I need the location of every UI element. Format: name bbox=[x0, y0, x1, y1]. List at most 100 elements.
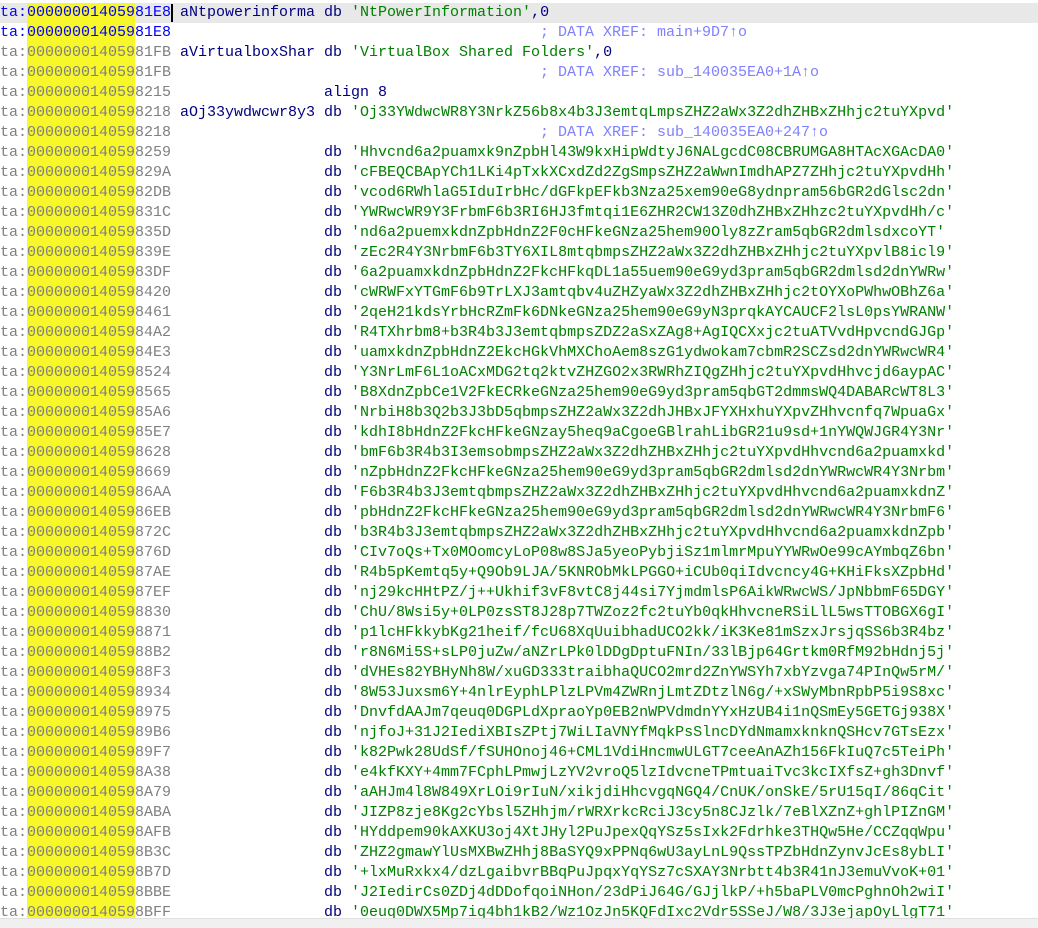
line-address[interactable]: ta:0000000140598215 bbox=[0, 83, 171, 103]
line-address[interactable]: ta:00000001405984A2 bbox=[0, 323, 171, 343]
listing-line[interactable]: ta:000000014059876D db 'CIv7oQs+Tx0MOomcy… bbox=[0, 543, 1038, 563]
listing-line[interactable]: ta:00000001405987EF db 'nj29kcHHtPZ/j++Uk… bbox=[0, 583, 1038, 603]
string-operand: '+lxMuRxkx4/dzLgaibvrBBqPuJpqxYqYSz7cSXA… bbox=[351, 864, 955, 881]
line-address[interactable]: ta:000000014059829A bbox=[0, 163, 171, 183]
listing-line[interactable]: ta:00000001405984A2 db 'R4TXhrbm8+b3R4b3J… bbox=[0, 323, 1038, 343]
line-address[interactable]: ta:00000001405988B2 bbox=[0, 643, 171, 663]
listing-line[interactable]: ta:0000000140598259 db 'Hhvcnd6a2puamxk9n… bbox=[0, 143, 1038, 163]
label-name[interactable]: aVirtualboxShar bbox=[180, 43, 315, 63]
listing-line[interactable]: ta:0000000140598524 db 'Y3NrLmF6L1oACxMDG… bbox=[0, 363, 1038, 383]
listing-line[interactable]: ta:0000000140598BBE db 'J2IedirCs0ZDj4dDD… bbox=[0, 883, 1038, 903]
listing-line[interactable]: ta:0000000140598218 aOj33ywdwcwr8y3 db 'Oj… bbox=[0, 103, 1038, 123]
label-name[interactable]: aNtpowerinforma bbox=[180, 3, 315, 23]
line-address[interactable]: ta:000000014059839E bbox=[0, 243, 171, 263]
listing-line[interactable]: ta:000000014059839E db 'zEc2R4Y3NrbmF6b3T… bbox=[0, 243, 1038, 263]
listing-line[interactable]: ta:0000000140598B7D db '+lxMuRxkx4/dzLgai… bbox=[0, 863, 1038, 883]
listing-line[interactable]: ta:000000014059831C db 'YWRwcWR9Y3FrbmF6b… bbox=[0, 203, 1038, 223]
listing-line[interactable]: ta:0000000140598669 db 'nZpbHdnZ2FkcHFkeG… bbox=[0, 463, 1038, 483]
line-address[interactable]: ta:000000014059831C bbox=[0, 203, 171, 223]
label-name[interactable]: aOj33ywdwcwr8y3 bbox=[180, 103, 315, 123]
line-address[interactable]: ta:000000014059876D bbox=[0, 543, 171, 563]
listing-line[interactable]: ta:00000001405986EB db 'pbHdnZ2FkcHFkeGNz… bbox=[0, 503, 1038, 523]
listing-line[interactable]: ta:0000000140598975 db 'DnvfdAAJm7qeuq0DG… bbox=[0, 703, 1038, 723]
listing-line[interactable]: ta:00000001405984E3 db 'uamxkdnZpbHdnZ2Ek… bbox=[0, 343, 1038, 363]
line-address[interactable]: ta:0000000140598461 bbox=[0, 303, 171, 323]
listing-line[interactable]: ta:000000014059835D db 'nd6a2puemxkdnZpbH… bbox=[0, 223, 1038, 243]
listing-line[interactable]: ta:0000000140598B3C db 'ZHZ2gmawYlUsMXBwZ… bbox=[0, 843, 1038, 863]
xref-comment[interactable]: ; DATA XREF: main+9D7↑o bbox=[540, 23, 747, 43]
line-address[interactable]: ta:00000001405986EB bbox=[0, 503, 171, 523]
line-address[interactable]: ta:00000001405982DB bbox=[0, 183, 171, 203]
line-address[interactable]: ta:0000000140598628 bbox=[0, 443, 171, 463]
line-address[interactable]: ta:00000001405987EF bbox=[0, 583, 171, 603]
listing-line[interactable]: ta:0000000140598934 db '8W53Juxsm6Y+4nlrE… bbox=[0, 683, 1038, 703]
listing-line[interactable]: ta:0000000140598420 db 'cWRWFxYTGmF6b9TrL… bbox=[0, 283, 1038, 303]
listing-line[interactable]: ta:00000001405981FB aVirtualboxShar db 'Vi… bbox=[0, 43, 1038, 63]
listing-line[interactable]: ta:0000000140598A79 db 'aAHJm4l8W849XrLOi… bbox=[0, 783, 1038, 803]
listing-line[interactable]: ta:00000001405987AE db 'R4b5pKemtq5y+Q9Ob… bbox=[0, 563, 1038, 583]
listing-line[interactable]: ta:0000000140598AFB db 'HYddpem90kAXKU3oj… bbox=[0, 823, 1038, 843]
line-address[interactable]: ta:0000000140598975 bbox=[0, 703, 171, 723]
line-address[interactable]: ta:00000001405988F3 bbox=[0, 663, 171, 683]
line-address[interactable]: ta:00000001405985E7 bbox=[0, 423, 171, 443]
line-address[interactable]: ta:0000000140598A38 bbox=[0, 763, 171, 783]
line-address[interactable]: ta:0000000140598B7D bbox=[0, 863, 171, 883]
disassembly-listing[interactable]: ta:00000001405981E8 aNtpowerinforma db 'Nt… bbox=[0, 3, 1038, 923]
listing-line[interactable]: ta:000000014059829A db 'cFBEQCBApYCh1LKi4… bbox=[0, 163, 1038, 183]
line-address[interactable]: ta:0000000140598218 bbox=[0, 103, 171, 123]
listing-line[interactable]: ta:00000001405981E8 aNtpowerinforma db 'Nt… bbox=[0, 3, 1038, 23]
xref-comment[interactable]: ; DATA XREF: sub_140035EA0+247↑o bbox=[540, 123, 828, 143]
line-address[interactable]: ta:0000000140598ABA bbox=[0, 803, 171, 823]
line-address[interactable]: ta:00000001405989F7 bbox=[0, 743, 171, 763]
listing-line[interactable]: ta:00000001405983DF db '6a2puamxkdnZpbHdn… bbox=[0, 263, 1038, 283]
line-address[interactable]: ta:000000014059835D bbox=[0, 223, 171, 243]
line-address[interactable]: ta:00000001405989B6 bbox=[0, 723, 171, 743]
line-address[interactable]: ta:0000000140598565 bbox=[0, 383, 171, 403]
listing-line[interactable]: ta:00000001405988B2 db 'r8N6Mi5S+sLP0juZw… bbox=[0, 643, 1038, 663]
line-address[interactable]: ta:0000000140598AFB bbox=[0, 823, 171, 843]
listing-line[interactable]: ta:0000000140598871 db 'p1lcHFkkybKg21hei… bbox=[0, 623, 1038, 643]
line-address[interactable]: ta:0000000140598524 bbox=[0, 363, 171, 383]
line-address[interactable]: ta:00000001405987AE bbox=[0, 563, 171, 583]
listing-line[interactable]: ta:00000001405988F3 db 'dVHEs82YBHyNh8W/x… bbox=[0, 663, 1038, 683]
listing-line[interactable]: ta:00000001405981FB ; DATA XREF: sub_1400… bbox=[0, 63, 1038, 83]
line-address[interactable]: ta:0000000140598420 bbox=[0, 283, 171, 303]
listing-line[interactable]: ta:0000000140598628 db 'bmF6b3R4b3I3emsob… bbox=[0, 443, 1038, 463]
listing-line[interactable]: ta:000000014059872C db 'b3R4b3J3emtqbmpsZ… bbox=[0, 523, 1038, 543]
line-address[interactable]: ta:00000001405984E3 bbox=[0, 343, 171, 363]
xref-comment[interactable]: ; DATA XREF: sub_140035EA0+1A↑o bbox=[540, 63, 819, 83]
line-address[interactable]: ta:0000000140598259 bbox=[0, 143, 171, 163]
line-address[interactable]: ta:0000000140598669 bbox=[0, 463, 171, 483]
line-address[interactable]: ta:0000000140598B3C bbox=[0, 843, 171, 863]
line-address[interactable]: ta:00000001405981FB bbox=[0, 63, 171, 83]
line-address[interactable]: ta:0000000140598A79 bbox=[0, 783, 171, 803]
string-operand: 'R4TXhrbm8+b3R4b3J3emtqbmpsZDZ2aSxZAg8+A… bbox=[351, 324, 955, 341]
listing-line[interactable]: ta:00000001405981E8 ; DATA XREF: main+9D7… bbox=[0, 23, 1038, 43]
line-address[interactable]: ta:0000000140598830 bbox=[0, 603, 171, 623]
listing-line[interactable]: ta:0000000140598ABA db 'JIZP8zje8Kg2cYbsl… bbox=[0, 803, 1038, 823]
instruction: db 'YWRwcWR9Y3FrbmF6b3RI6HJ3fmtqi1E6ZHR2… bbox=[324, 203, 954, 223]
line-address[interactable]: ta:00000001405983DF bbox=[0, 263, 171, 283]
line-address[interactable]: ta:000000014059872C bbox=[0, 523, 171, 543]
line-address[interactable]: ta:0000000140598BBE bbox=[0, 883, 171, 903]
listing-line[interactable]: ta:0000000140598215 align 8 bbox=[0, 83, 1038, 103]
line-address[interactable]: ta:00000001405986AA bbox=[0, 483, 171, 503]
listing-line[interactable]: ta:00000001405985E7 db 'kdhI8bHdnZ2FkcHFk… bbox=[0, 423, 1038, 443]
line-address[interactable]: ta:0000000140598218 bbox=[0, 123, 171, 143]
listing-line[interactable]: ta:00000001405989B6 db 'njfoJ+31J2IediXBI… bbox=[0, 723, 1038, 743]
listing-line[interactable]: ta:0000000140598218 ; DATA XREF: sub_1400… bbox=[0, 123, 1038, 143]
listing-line[interactable]: ta:00000001405986AA db 'F6b3R4b3J3emtqbmp… bbox=[0, 483, 1038, 503]
line-address[interactable]: ta:00000001405981E8 bbox=[0, 3, 171, 23]
line-address[interactable]: ta:00000001405985A6 bbox=[0, 403, 171, 423]
listing-line[interactable]: ta:0000000140598565 db 'B8XdnZpbCe1V2FkEC… bbox=[0, 383, 1038, 403]
line-address[interactable]: ta:00000001405981E8 bbox=[0, 23, 171, 43]
line-address[interactable]: ta:00000001405981FB bbox=[0, 43, 171, 63]
line-address[interactable]: ta:0000000140598871 bbox=[0, 623, 171, 643]
listing-line[interactable]: ta:00000001405989F7 db 'k82Pwk28UdSf/fSUH… bbox=[0, 743, 1038, 763]
listing-line[interactable]: ta:00000001405985A6 db 'NrbiH8b3Q2b3J3bD5… bbox=[0, 403, 1038, 423]
listing-line[interactable]: ta:00000001405982DB db 'vcod6RWhlaG5IduIr… bbox=[0, 183, 1038, 203]
listing-line[interactable]: ta:0000000140598830 db 'ChU/8Wsi5y+0LP0zs… bbox=[0, 603, 1038, 623]
line-address[interactable]: ta:0000000140598934 bbox=[0, 683, 171, 703]
listing-line[interactable]: ta:0000000140598A38 db 'e4kfKXY+4mm7FCphL… bbox=[0, 763, 1038, 783]
listing-line[interactable]: ta:0000000140598461 db '2qeH21kdsYrbHcRZm… bbox=[0, 303, 1038, 323]
